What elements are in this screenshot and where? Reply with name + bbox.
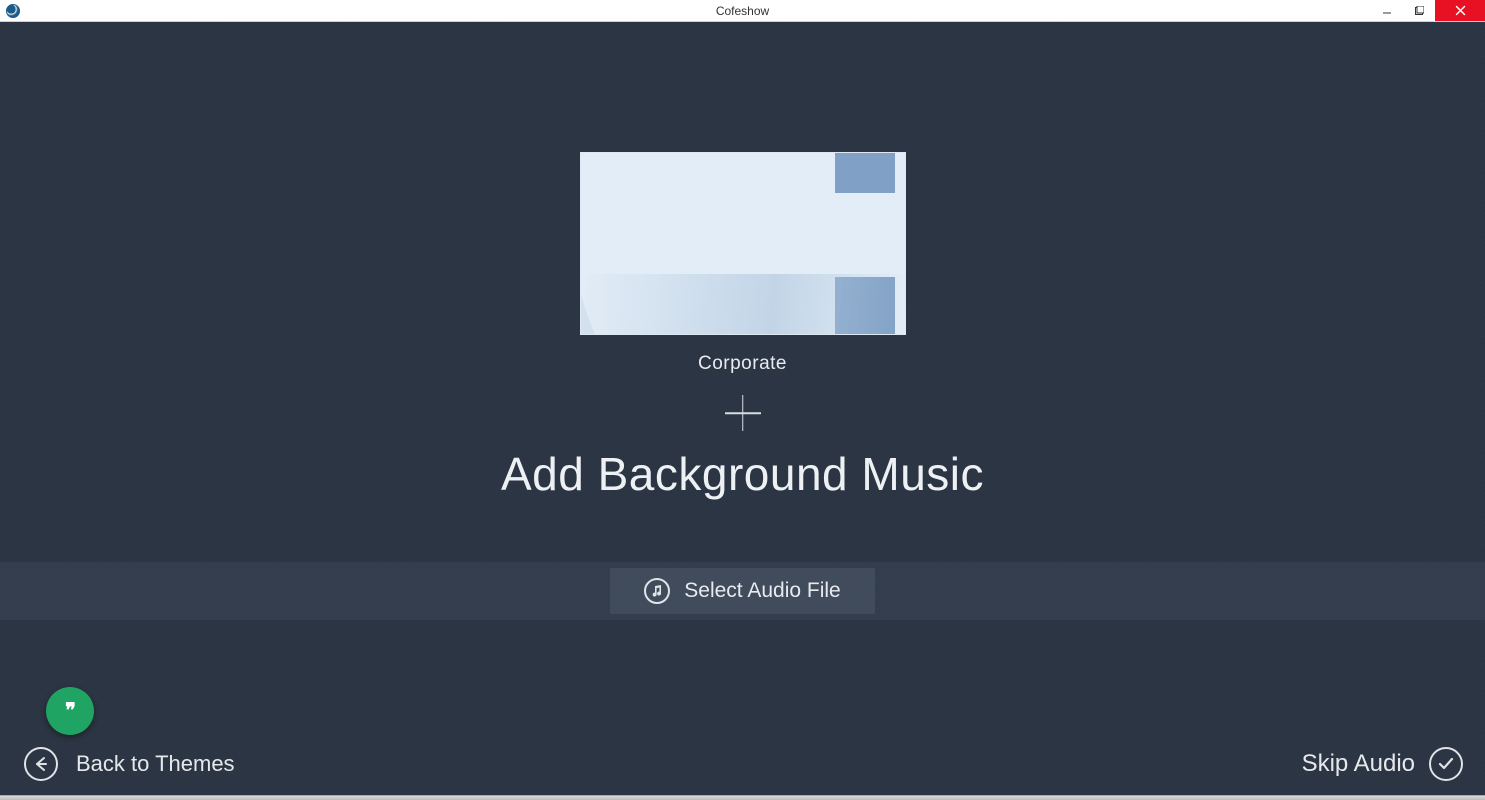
- plus-icon: [725, 395, 761, 431]
- select-audio-label: Select Audio File: [684, 579, 840, 603]
- back-label: Back to Themes: [76, 751, 235, 777]
- app-icon: [6, 4, 20, 18]
- window-title: Cofeshow: [716, 4, 769, 18]
- skip-label: Skip Audio: [1302, 750, 1415, 778]
- skip-audio-button[interactable]: Skip Audio: [1302, 747, 1463, 781]
- back-to-themes-button[interactable]: Back to Themes: [24, 747, 235, 781]
- quote-icon: ❞: [65, 701, 75, 721]
- theme-thumbnail[interactable]: [580, 152, 906, 335]
- footer-nav: Back to Themes Skip Audio: [0, 738, 1485, 790]
- theme-name: Corporate: [698, 353, 787, 375]
- page-heading: Add Background Music: [501, 447, 984, 501]
- maximize-button[interactable]: [1403, 0, 1435, 21]
- window-titlebar: Cofeshow: [0, 0, 1485, 22]
- music-note-icon: [644, 578, 670, 604]
- window-controls: [1371, 0, 1485, 21]
- check-icon: [1429, 747, 1463, 781]
- chat-fab[interactable]: ❞: [46, 687, 94, 735]
- app-body: Corporate Add Background Music Select Au…: [0, 22, 1485, 800]
- arrow-left-icon: [24, 747, 58, 781]
- close-button[interactable]: [1435, 0, 1485, 21]
- select-audio-bar: Select Audio File: [0, 562, 1485, 620]
- select-audio-button[interactable]: Select Audio File: [610, 568, 874, 614]
- os-taskbar-sliver: [0, 795, 1485, 800]
- minimize-button[interactable]: [1371, 0, 1403, 21]
